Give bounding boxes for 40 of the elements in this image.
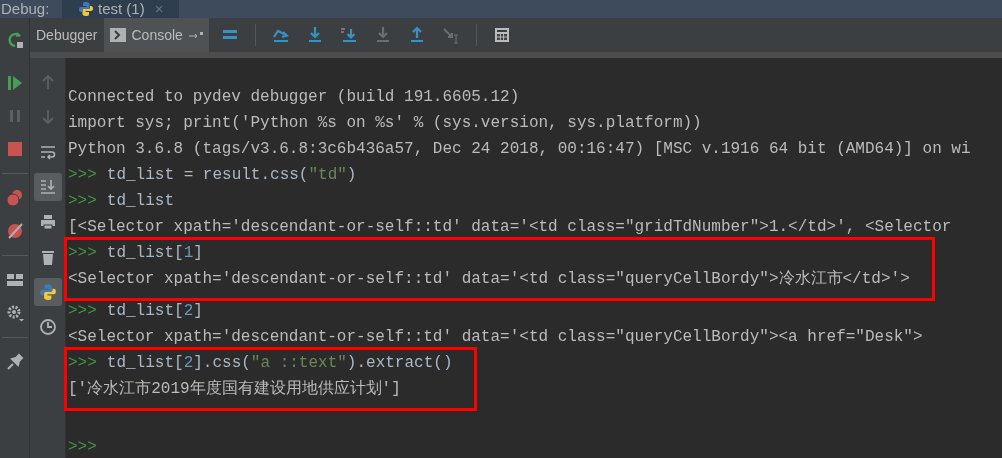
stop-icon[interactable] bbox=[5, 140, 24, 158]
layout-icon[interactable] bbox=[5, 271, 24, 289]
prompt: >>> bbox=[68, 437, 97, 458]
code-line: td_list bbox=[106, 191, 175, 212]
scroll-to-end-icon[interactable] bbox=[38, 178, 57, 196]
panel-tab[interactable]: Console bbox=[103, 18, 209, 52]
resume-icon[interactable] bbox=[5, 74, 24, 92]
calculator-icon[interactable] bbox=[492, 26, 511, 44]
prompt: >>> bbox=[68, 301, 97, 322]
console-output: [<Selector xpath='descendant-or-self::td' data='<td class="gridTdNumber">1.</td>', <Selector bbox=[68, 218, 952, 236]
console-output: import sys; print('Python %s on %s' % (sys.version, sys.platform)) bbox=[68, 114, 702, 132]
console-output: <Selector xpath='descendant-or-self::td' data='<td class="queryCellBordy"><a href="Desk"> bbox=[68, 328, 923, 346]
console-output: Python 3.6.8 (tags/v3.6.8:3c6b436a57, Dec 24 2018, 00:16:47) [MSC v.1916 64 bit (AMD64)] on wi bbox=[68, 140, 971, 158]
printer-icon[interactable] bbox=[38, 213, 57, 231]
code-line: td_list[2].css("a ::text").extract() bbox=[106, 353, 453, 374]
tab-title: test (1) bbox=[98, 0, 145, 18]
settings-icon[interactable] bbox=[5, 304, 24, 322]
prompt: >>> bbox=[68, 353, 97, 374]
soft-wrap-icon[interactable] bbox=[38, 143, 57, 161]
prompt: >>> bbox=[68, 165, 97, 186]
rerun-icon[interactable] bbox=[5, 31, 24, 49]
code-line: td_list[1] bbox=[106, 243, 203, 264]
code-line: td_list = result.css("td") bbox=[106, 165, 357, 186]
debug-label: Debug: bbox=[0, 0, 51, 18]
console-icon bbox=[109, 28, 126, 42]
python-console-icon bbox=[38, 283, 57, 301]
prompt: >>> bbox=[68, 191, 97, 212]
console-output: Connected to pydev debugger (build 191.6605.12) bbox=[68, 88, 520, 106]
pin-icon[interactable] bbox=[5, 353, 24, 371]
mute-breakpoints-icon[interactable] bbox=[5, 222, 24, 240]
step-into-my-code-icon[interactable] bbox=[339, 26, 358, 44]
python-icon bbox=[78, 1, 94, 17]
breakpoints-icon[interactable] bbox=[5, 189, 24, 207]
pin-arrow-icon[interactable] bbox=[188, 31, 203, 39]
session-tab[interactable]: test (1) × bbox=[62, 0, 180, 18]
console-output: ['冷水江市2019年度国有建设用地供应计划'] bbox=[68, 380, 401, 398]
code-line: td_list[2] bbox=[106, 301, 203, 322]
prompt: >>> bbox=[68, 243, 97, 264]
clock-icon[interactable] bbox=[38, 318, 57, 336]
console-output: <Selector xpath='descendant-or-self::td' data='<td class="queryCellBordy">冷水江市</td>'> bbox=[68, 270, 910, 288]
